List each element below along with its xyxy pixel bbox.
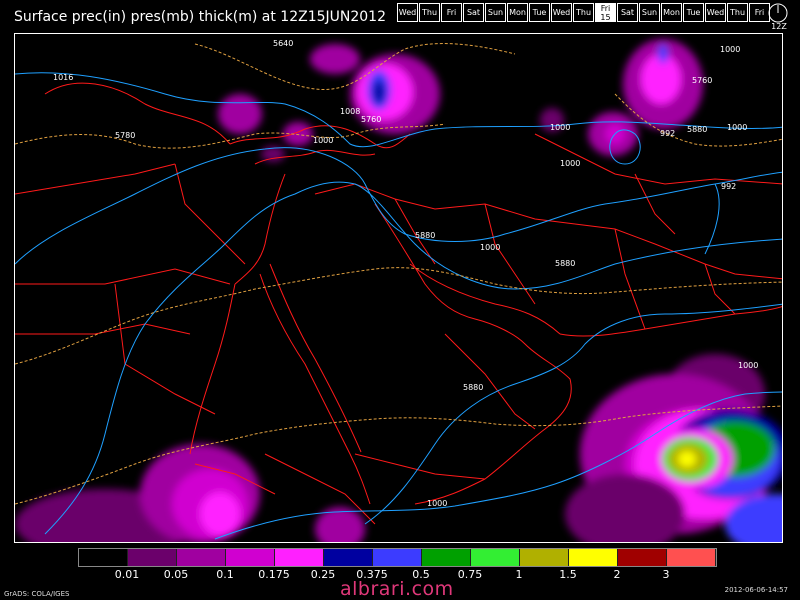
contour-label: 5880: [687, 125, 707, 134]
weather-map[interactable]: 5640 1016 1008 5760 5780 1000 1000 1000 5880 1000…: [14, 33, 783, 543]
contour-label: 1000: [427, 499, 447, 508]
day-selector: Wed Thu Fri Sat Sun Mon Tue Wed Thu Fri 15 Sat Sun Mo…: [397, 3, 771, 22]
precip-legend: [78, 548, 717, 567]
legend-swatch: [520, 549, 569, 566]
contour-label: 5880: [415, 231, 435, 240]
legend-swatch: [324, 549, 373, 566]
contour-label: 1000: [550, 123, 570, 132]
contour-label: 1000: [560, 159, 580, 168]
contour-label: 1008: [340, 107, 360, 116]
contour-label: 1000: [738, 361, 758, 370]
contour-label: 5780: [115, 131, 135, 140]
footer-timestamp: 2012-06-06-14:57: [724, 586, 788, 594]
contour-label: 5880: [555, 259, 575, 268]
precip-areas: [15, 39, 782, 542]
day-button-3[interactable]: Sat: [463, 3, 484, 22]
legend-swatch: [667, 549, 716, 566]
day-button-6[interactable]: Tue: [529, 3, 550, 22]
day-button-12[interactable]: Mon: [661, 3, 682, 22]
legend-swatch: [373, 549, 422, 566]
contour-label: 5760: [361, 115, 381, 124]
day-button-13[interactable]: Tue: [683, 3, 704, 22]
day-button-15[interactable]: Thu: [727, 3, 748, 22]
day-button-11[interactable]: Sun: [639, 3, 660, 22]
contour-label: 1000: [727, 123, 747, 132]
legend-label: 1.5: [559, 568, 577, 581]
contour-label: 5760: [692, 76, 712, 85]
legend-label: 2: [613, 568, 621, 581]
legend-label: 0.175: [258, 568, 290, 581]
legend-label: 0.01: [114, 568, 140, 581]
day-button-0[interactable]: Wed: [397, 3, 418, 22]
day-button-8[interactable]: Thu: [573, 3, 594, 22]
legend-label: 3: [662, 568, 670, 581]
legend-swatch: [226, 549, 275, 566]
contour-label: 992: [721, 182, 736, 191]
footer-credit: GrADS: COLA/IGES: [4, 590, 70, 598]
legend-swatch: [471, 549, 520, 566]
legend-swatch: [128, 549, 177, 566]
map-canvas: 5640101610085760578010001000100058801000…: [15, 39, 782, 542]
clock-icon: [768, 3, 788, 23]
legend-swatch: [569, 549, 618, 566]
legend-label: 0.05: [163, 568, 189, 581]
legend-swatch: [422, 549, 471, 566]
day-button-4[interactable]: Sun: [485, 3, 506, 22]
day-button-16[interactable]: Fri: [749, 3, 770, 22]
day-button-1[interactable]: Thu: [419, 3, 440, 22]
contour-label: 992: [660, 129, 675, 138]
contour-label: 1016: [53, 73, 73, 82]
day-button-5[interactable]: Mon: [507, 3, 528, 22]
clock-label: 12Z: [771, 22, 787, 31]
brand-watermark[interactable]: albrari.com: [340, 578, 454, 600]
legend-swatch: [275, 549, 324, 566]
day-button-9[interactable]: Fri 15: [595, 3, 616, 22]
day-button-14[interactable]: Wed: [705, 3, 726, 22]
day-button-2[interactable]: Fri: [441, 3, 462, 22]
legend-label: 0.25: [310, 568, 336, 581]
legend-label: 0.1: [216, 568, 234, 581]
legend-label: 0.75: [457, 568, 483, 581]
contour-label: 1000: [720, 45, 740, 54]
contour-label: 1000: [313, 136, 333, 145]
day-button-7[interactable]: Wed: [551, 3, 572, 22]
contour-label: 5640: [273, 39, 293, 48]
legend-swatch: [177, 549, 226, 566]
contour-label: 5880: [463, 383, 483, 392]
day-button-10[interactable]: Sat: [617, 3, 638, 22]
contour-label: 1000: [480, 243, 500, 252]
legend-label: 1: [515, 568, 523, 581]
legend-swatch: [618, 549, 667, 566]
map-title: Surface prec(in) pres(mb) thick(m) at 12…: [14, 9, 386, 25]
legend-swatch: [79, 549, 128, 566]
